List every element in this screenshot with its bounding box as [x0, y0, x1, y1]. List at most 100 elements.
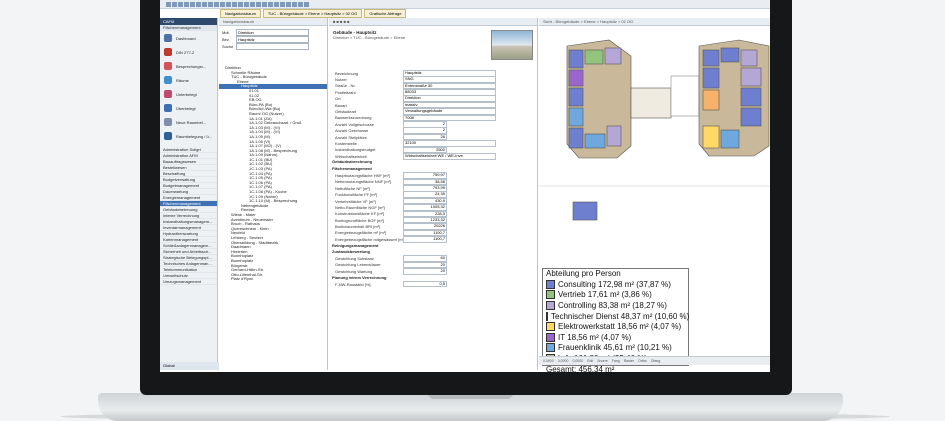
property-value[interactable]: 0,5 — [403, 280, 447, 288]
property-label: Energiebezugsfläche mitgewässert [m²] — [335, 236, 403, 242]
toolbar-icon[interactable] — [280, 1, 285, 7]
toolbar-icon[interactable] — [178, 1, 183, 7]
property-label: Anzahl Geschosse — [335, 128, 369, 134]
legend-label: Consulting 172,98 m² (37,87 %) — [558, 279, 671, 289]
toolbar-icon[interactable] — [184, 1, 189, 7]
status-field[interactable]: Raster — [624, 359, 634, 363]
property-label: Konstruktionsfläche KF [m²] — [335, 211, 385, 217]
tab-floor-plan[interactable]: TUC - Bürogebäude > Ebene > Hauptsitz > … — [262, 9, 363, 18]
property-label: Nettofläche NF [m²] — [335, 185, 370, 191]
toolbar-icon[interactable] — [166, 1, 171, 7]
module-icon — [164, 34, 172, 42]
property-label: Bruttorauminhalt BRI [m³] — [335, 224, 381, 230]
toolbar-icon[interactable] — [256, 1, 261, 7]
module-shortcut[interactable]: Neue Raumbel... — [160, 115, 217, 129]
status-field[interactable]: Ortho — [638, 359, 647, 363]
module-shortcut-label: Raumbelegung / ü... — [176, 133, 213, 139]
nav-filter-field: Suche — [219, 43, 327, 50]
status-field[interactable]: Edit — [587, 359, 593, 363]
status-field[interactable]: 0,0000 — [543, 359, 554, 363]
laptop-base — [98, 393, 843, 421]
property-label: Funktionsfläche FF [m²] — [335, 192, 378, 198]
toolbar-icon[interactable] — [214, 1, 219, 7]
legend-swatch — [546, 343, 555, 353]
property-label: Bauwerkszuordnung — [335, 115, 372, 121]
toolbar-icon[interactable] — [262, 1, 267, 7]
legend-swatch — [546, 322, 555, 332]
nav-filter-input[interactable]: Hauptsitz — [236, 36, 309, 43]
module-icon — [164, 62, 172, 70]
status-bar: 0,0000 0,0000 0,0000 Edit Snorre Fang Raster Or… — [539, 356, 770, 365]
property-value[interactable]: 1100,7 — [403, 236, 447, 243]
property-row: F-NW-Raustafel [%] 0,5 — [329, 280, 537, 288]
module-icon — [164, 90, 172, 98]
toolbar-icon[interactable] — [250, 1, 255, 7]
property-label: Hauptnutzungsfläche HNF [m²] — [335, 172, 390, 178]
toolbar-icon[interactable] — [220, 1, 225, 7]
toolbar-icon[interactable] — [274, 1, 279, 7]
property-label: Bruttogrundfläche BGF [m²] — [335, 217, 384, 223]
nav-filter-field: Mdt. Direktion — [219, 29, 327, 36]
floor-plan-title: Sicht - Bürogebäude > Ebene > Hauptsitz … — [539, 18, 770, 26]
module-shortcut-label: DIN 277-2 — [176, 49, 195, 55]
module-list-item[interactable]: Umzugsmanagement — [160, 279, 217, 285]
nav-filter-input[interactable] — [236, 43, 309, 50]
module-sidebar: CAFM Flächenmanagement Dashboard DIN 277-… — [160, 18, 220, 370]
toolbar-icon[interactable] — [238, 1, 243, 7]
toolbar-icon[interactable] — [298, 1, 303, 7]
legend-swatch — [546, 300, 555, 310]
property-label: Nebennutzungsfläche NNF [m²] — [335, 179, 392, 185]
module-shortcut[interactable]: DIN 277-2 — [160, 45, 217, 59]
toolbar-icon[interactable] — [226, 1, 231, 7]
property-label: Ort — [335, 96, 341, 102]
floor-plan-drawing[interactable] — [539, 26, 770, 254]
building-path: Direktion > TUC - Bürogebäude > Ebene — [333, 35, 406, 40]
module-icon — [164, 104, 172, 112]
property-label: Gewichtung Wartung — [335, 268, 373, 274]
property-label: Bauart — [335, 102, 347, 108]
tab-navigationsbaum[interactable]: Navigationsbaum — [220, 9, 261, 18]
module-shortcut[interactable]: Raumbelegung / ü... — [160, 129, 217, 143]
toolbar-icon[interactable] — [202, 1, 207, 7]
legend-label: Vertrieb 17,61 m² (3,86 %) — [558, 290, 652, 300]
nav-filter-label: Mdt. — [222, 30, 230, 35]
tab-grafische-abfrage[interactable]: Grafische Abfrage — [364, 9, 407, 18]
toolbar-icon[interactable] — [190, 1, 195, 7]
module-shortcut[interactable]: Besprechungsr... — [160, 59, 217, 73]
toolbar-icon[interactable] — [286, 1, 291, 7]
legend-item: Technischer Dienst 48,37 m² (10,60 %) — [543, 311, 689, 322]
legend-swatch — [546, 290, 555, 300]
status-field[interactable]: Snorre — [597, 359, 608, 363]
status-field[interactable]: 0,0000 — [572, 359, 583, 363]
property-value[interactable]: Wirtschaftseinheit WE / WE-Inve — [403, 152, 496, 160]
module-shortcut[interactable]: Überbelegt — [160, 101, 217, 115]
toolbar-icon[interactable] — [244, 1, 249, 7]
legend-label: Gesamt: 456,34 m² — [546, 364, 615, 372]
toolbar-icon[interactable] — [292, 1, 297, 7]
module-shortcut-label: Neue Raumbel... — [176, 119, 207, 125]
module-icon — [164, 76, 172, 84]
toolbar-icon[interactable] — [304, 1, 309, 7]
property-label: Nutzer — [335, 77, 347, 83]
toolbar-icon[interactable] — [268, 1, 273, 7]
module-shortcut[interactable]: Unterbelegt — [160, 87, 217, 101]
toolbar-icon[interactable] — [232, 1, 237, 7]
status-field[interactable]: Ofang — [651, 359, 661, 363]
legend-label: Elektrowerkstatt 18,56 m² (4,07 %) — [558, 322, 682, 332]
property-label: Straße - Nr. — [335, 83, 356, 89]
property-label: Bezeichnung — [335, 70, 359, 76]
property-value[interactable]: 20 — [403, 268, 447, 275]
module-shortcut[interactable]: Räume — [160, 73, 217, 87]
status-field[interactable]: Fang — [612, 359, 620, 363]
status-field[interactable]: 0,0000 — [558, 359, 569, 363]
module-shortcut[interactable]: Dashboard — [160, 31, 217, 45]
tree-node[interactable]: Platz d'Ryon — [219, 277, 327, 282]
toolbar-icon[interactable] — [208, 1, 213, 7]
toolbar-icon[interactable] — [196, 1, 201, 7]
toolbar-icon[interactable] — [172, 1, 177, 7]
global-button[interactable]: Global — [160, 362, 220, 370]
nav-filter-input[interactable]: Direktion — [236, 29, 309, 36]
module-shortcut-label: Besprechungsr... — [176, 63, 207, 69]
nav-filter-label: Suche — [222, 44, 234, 49]
module-shortcut-label: Überbelegt — [176, 105, 196, 111]
